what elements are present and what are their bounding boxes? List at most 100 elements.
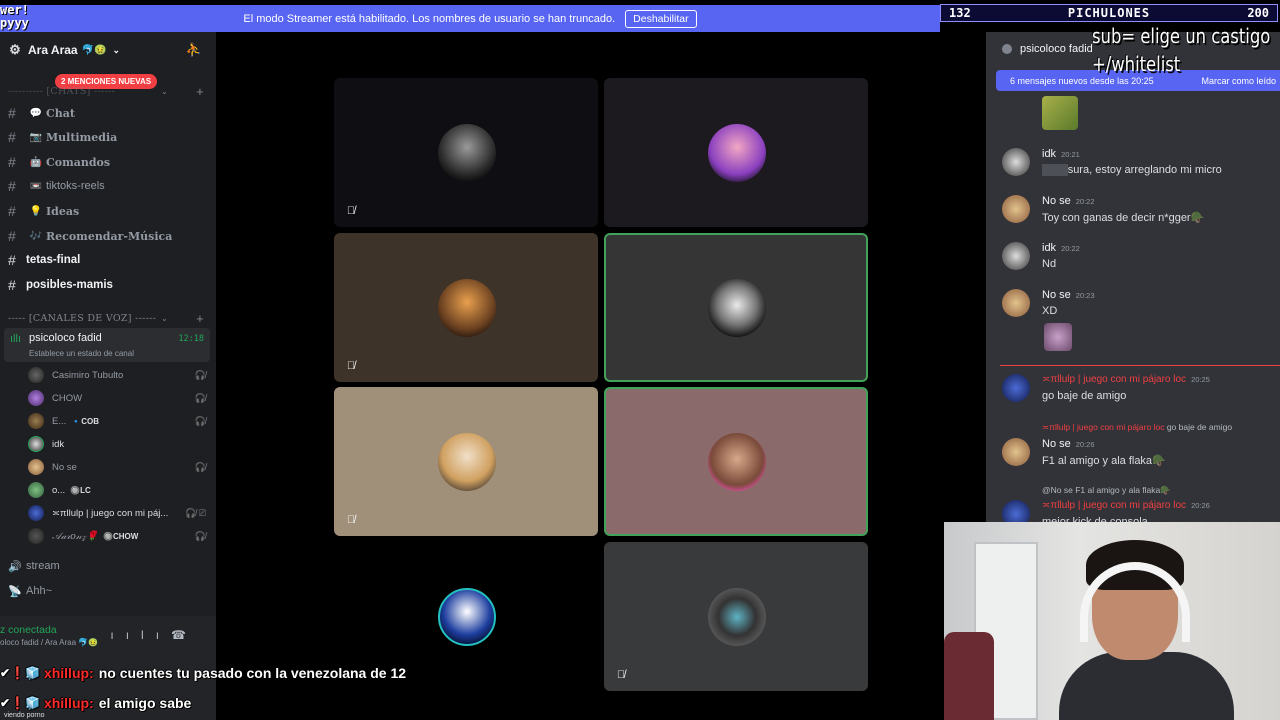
channel-comandos[interactable]: # 🤖 Comandos [8,151,208,173]
voice-user-name: idk [52,438,65,450]
message-time: 20:21 [1061,150,1080,159]
lightbulb-icon: 💡 [29,205,43,217]
voice-channel-psicoloco-fadid[interactable]: ıllı psicoloco fadid 12:18 Establece un … [4,328,210,362]
message-author[interactable]: ≍πllulp | juego con mi pájaro loc 20:25 [1042,374,1210,385]
hash-icon: # [8,105,16,121]
message-author[interactable]: No se 20:26 [1042,438,1095,450]
participant-tile-speaking[interactable] [604,387,868,536]
message-author[interactable]: ≍πllulp | juego con mi pájaro loc 20:26 [1042,500,1210,511]
voice-user-name: Casimiro Tubulto [52,369,124,381]
spoiler[interactable]: De lo [1042,164,1068,176]
voice-user-name: CHOW [52,392,83,404]
channel-label: Ahh~ [26,585,52,597]
channel-label: Multimedia [46,130,118,144]
speech-bubble-icon: 💬 [29,107,43,119]
participant-tile[interactable]: 🎙̸ [334,78,598,227]
deafened-icon: 🎧̸ [194,369,206,380]
add-channel-icon[interactable]: + [196,311,204,326]
avatar [28,367,44,383]
webcam-chair [944,632,994,720]
avatar [708,279,766,337]
avatar [438,588,496,646]
activity-status: viendo porno [4,712,45,719]
participant-tile-speaking[interactable] [604,233,868,382]
avatar[interactable] [1002,438,1030,466]
message-text: De losura, estoy arreglando mi micro [1042,164,1222,176]
voice-channel-ahh[interactable]: 📡 Ahh~ [8,580,208,602]
muted-mic-icon: 🎙̸ [346,360,356,372]
robot-icon: 🤖 [29,156,43,168]
message-author[interactable]: idk 20:21 [1042,148,1080,160]
message-time: 20:22 [1075,197,1095,206]
message-time: 20:26 [1075,440,1095,449]
voice-user[interactable]: idk [28,434,208,454]
channel-multimedia[interactable]: # 📷 Multimedia [8,126,208,148]
add-channel-icon[interactable]: + [196,84,204,99]
avatar[interactable] [1002,374,1030,402]
voice-channel-stream[interactable]: 🔊 stream [8,555,208,577]
sub-overlay-text: sub= elige un castigo +/whitelist [1092,24,1271,76]
voice-user[interactable]: 𝒜𝒶𝓇𝑜𝓃𝓏🌹 🔘CHOW 🎧̸ [28,526,208,546]
voice-user[interactable]: No se 🎧̸ [28,457,208,477]
screen: { "overlay_logo": "wer!\npyyy", "banner"… [0,0,1280,720]
channel-tiktoks-reels[interactable]: # 📼 tiktoks-reels [8,175,208,197]
participant-tile[interactable]: 🎙̸ [604,542,868,691]
voice-user-name: E... [52,415,67,427]
message-text: Toy con ganas de decir n*gger🪖 [1042,212,1205,224]
channel-posibles-mamis[interactable]: # posibles-mamis [8,274,208,296]
chevron-down-icon[interactable]: ⌄ [113,45,121,56]
reply-text: F1 al amigo y ala flaka🪖 [1075,485,1171,495]
avatar [438,433,496,491]
server-header[interactable]: ⚙ Ara Araa 🐬🤢 ⌄ ⛹ [0,32,216,68]
voice-user-name: o... [52,484,66,496]
channel-chat[interactable]: # 💬 Chat [8,102,208,124]
disconnect-icon[interactable]: ☎ [171,628,198,642]
message-author[interactable]: No se 20:23 [1042,289,1095,301]
channel-tetas-final[interactable]: # tetas-final [8,249,208,271]
chat-username: xhillup: [43,665,94,681]
counter-title: PICHULONES [1067,6,1151,20]
channel-recomendar-musica[interactable]: # 🎶 Recomendar-Música [8,225,208,247]
avatar[interactable] [1002,148,1030,176]
voice-user-name: 𝒜𝒶𝓇𝑜𝓃𝓏🌹 [52,530,98,542]
voice-user[interactable]: CHOW 🎧̸ [28,388,208,408]
voice-user[interactable]: Casimiro Tubulto 🎧̸ [28,365,208,385]
avatar[interactable] [1002,289,1030,317]
webcam-person-body [1059,652,1234,720]
message-author[interactable]: idk 20:22 [1042,242,1080,254]
channel-ideas[interactable]: # 💡 Ideas [8,200,208,222]
add-member-icon[interactable]: ⛹ [186,42,202,58]
avatar[interactable] [1002,195,1030,223]
message-time: 20:26 [1191,501,1210,510]
participant-tile[interactable]: 🎙̸ [334,387,598,536]
channel-label: posibles-mamis [26,279,113,291]
deafened-icon: 🎧̸ [194,392,206,403]
participant-tile[interactable]: 🎙̸ [334,233,598,382]
message-text: XD [1042,305,1058,317]
disable-streamer-mode-button[interactable]: Deshabilitar [625,9,697,28]
voice-user[interactable]: ≍πllulp | juego con mi páj... 🎧̸ ⎚ [28,503,208,523]
deafened-icon: 🎧̸ [194,530,206,541]
category-chats[interactable]: ---------- [CHATS] ------ ⌄ + [8,84,208,99]
connection-channel[interactable]: oloco fadid / Ara Araa 🐬🤢 [0,638,98,647]
voice-user[interactable]: o... 🔘LC [28,480,208,500]
stream-chat-line: ✔❗🧊 xhillup: no cuentes tu pasado con la… [0,662,406,684]
clan-tag: 🔘LC [70,485,91,495]
noise-suppression-icon[interactable]: ıılı [110,628,171,642]
overlay-logo: wer! pyyy [0,3,29,30]
connection-status[interactable]: z conectada [0,624,57,636]
reply-preview[interactable]: @No se F1 al amigo y ala flaka🪖 [1042,485,1171,496]
chat-badges: ✔❗🧊 [0,666,40,680]
category-voice[interactable]: ----- [CANALES DE VOZ] ------ ⌄ + [8,311,208,326]
channel-status[interactable]: Establece un estado de canal [29,349,134,358]
voice-channel-name: psicoloco fadid [29,332,102,344]
reply-preview[interactable]: ≍πllulp | juego con mi pájaro loc go baj… [1042,422,1232,433]
camera-icon: 📷 [29,131,43,143]
participant-tile[interactable] [604,78,868,227]
voice-user[interactable]: E... 🔹COB 🎧̸ [28,411,208,431]
avatar[interactable] [1002,242,1030,270]
voice-channel-icon [1002,44,1012,54]
channel-label: Comandos [46,155,111,169]
message-author[interactable]: No se 20:22 [1042,195,1095,207]
message-text: Nd [1042,258,1057,270]
